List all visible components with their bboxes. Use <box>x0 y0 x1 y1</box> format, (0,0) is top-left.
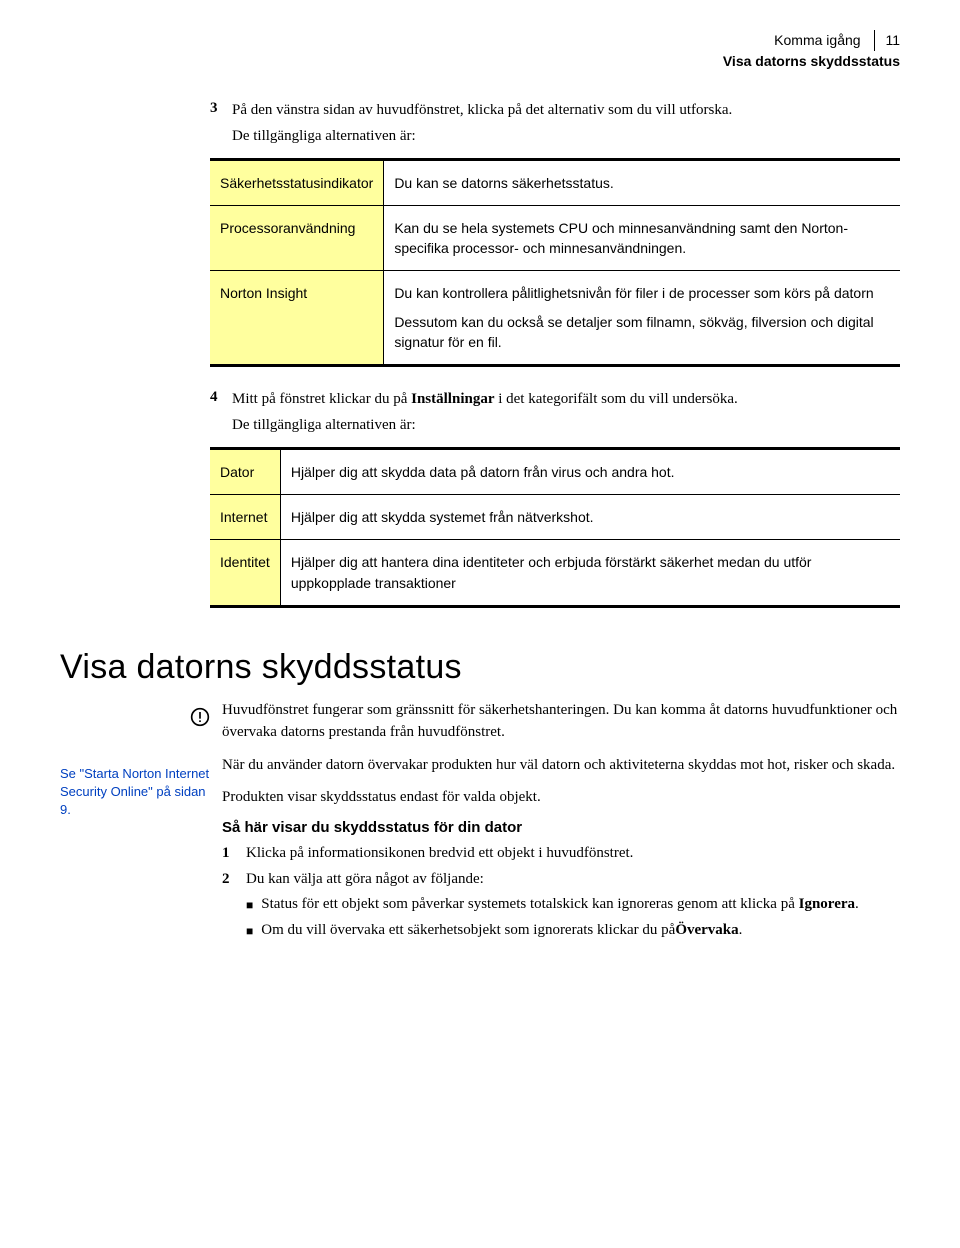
option-label: Norton Insight <box>210 271 384 366</box>
header-chapter: Komma igång <box>774 32 860 48</box>
warning-icon <box>190 707 210 727</box>
option-label: Processoranvändning <box>210 205 384 271</box>
options-table-1: Säkerhetsstatusindikator Du kan se dator… <box>210 158 900 368</box>
bullet-item: ■ Status för ett objekt som påverkar sys… <box>246 893 859 916</box>
list-item: 1 Klicka på informationsikonen bredvid e… <box>222 842 900 865</box>
see-also-link[interactable]: Se "Starta Norton Internet Security Onli… <box>60 765 210 820</box>
option-label: Internet <box>210 495 280 540</box>
step-4: 4 Mitt på fönstret klickar du på Inställ… <box>210 389 900 437</box>
option-desc: Kan du se hela systemets CPU och minnesa… <box>384 205 900 271</box>
list-text: Klicka på informationsikonen bredvid ett… <box>246 842 633 865</box>
section-heading: Visa datorns skyddsstatus <box>60 648 900 687</box>
list-number: 2 <box>222 868 236 891</box>
option-desc: Hjälper dig att skydda data på datorn fr… <box>280 448 900 494</box>
page-header: Komma igång 11 Visa datorns skyddsstatus <box>60 30 900 72</box>
list-text: Du kan välja att göra något av följande: <box>246 868 859 891</box>
step-text: På den vänstra sidan av huvudfönstret, k… <box>232 102 732 118</box>
list-number: 1 <box>222 842 236 865</box>
step-text: i det kategorifält som du vill undersöka… <box>494 391 737 407</box>
list-item: 2 Du kan välja att göra något av följand… <box>222 868 900 946</box>
option-label: Identitet <box>210 540 280 607</box>
page-number: 11 <box>874 30 900 51</box>
option-label: Säkerhetsstatusindikator <box>210 159 384 205</box>
bullet-icon: ■ <box>246 922 253 940</box>
bullet-icon: ■ <box>246 896 253 914</box>
table-row: Säkerhetsstatusindikator Du kan se dator… <box>210 159 900 205</box>
step-subtext: De tillgängliga alternativen är: <box>232 415 738 437</box>
body-paragraph: När du använder datorn övervakar produkt… <box>222 754 900 777</box>
step-text: Mitt på fönstret klickar du på <box>232 391 411 407</box>
bullet-item: ■ Om du vill övervaka ett säkerhetsobjek… <box>246 919 859 942</box>
option-desc: Hjälper dig att skydda systemet från nät… <box>280 495 900 540</box>
header-section: Visa datorns skyddsstatus <box>60 51 900 72</box>
step-number: 3 <box>210 100 222 148</box>
step-bold: Inställningar <box>411 391 494 407</box>
table-row: Norton Insight Du kan kontrollera pålitl… <box>210 271 900 366</box>
body-paragraph: Huvudfönstret fungerar som gränssnitt fö… <box>222 699 900 744</box>
option-desc: Du kan kontrollera pålitlighetsnivån för… <box>384 271 900 366</box>
step-number: 4 <box>210 389 222 437</box>
option-label: Dator <box>210 448 280 494</box>
options-table-2: Dator Hjälper dig att skydda data på dat… <box>210 447 900 608</box>
table-row: Internet Hjälper dig att skydda systemet… <box>210 495 900 540</box>
table-row: Processoranvändning Kan du se hela syste… <box>210 205 900 271</box>
procedure-list: 1 Klicka på informationsikonen bredvid e… <box>222 842 900 946</box>
table-row: Identitet Hjälper dig att hantera dina i… <box>210 540 900 607</box>
option-desc: Du kan se datorns säkerhetsstatus. <box>384 159 900 205</box>
step-3: 3 På den vänstra sidan av huvudfönstret,… <box>210 100 900 148</box>
step-subtext: De tillgängliga alternativen är: <box>232 126 732 148</box>
table-row: Dator Hjälper dig att skydda data på dat… <box>210 448 900 494</box>
option-desc: Hjälper dig att hantera dina identiteter… <box>280 540 900 607</box>
procedure-heading: Så här visar du skyddsstatus för din dat… <box>222 819 900 836</box>
body-paragraph: Produkten visar skyddsstatus endast för … <box>222 786 900 809</box>
